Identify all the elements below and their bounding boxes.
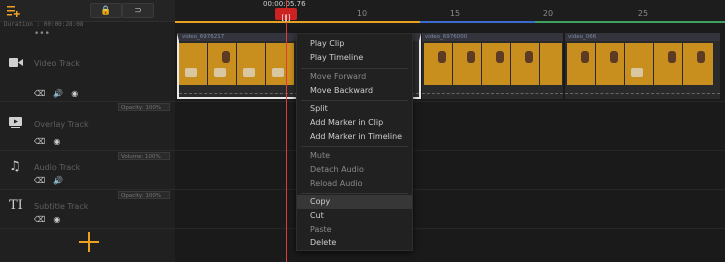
- magnet-button[interactable]: ⊃: [122, 3, 154, 18]
- volume-field[interactable]: Volume: 100%: [118, 152, 170, 160]
- menu-item-play-timeline[interactable]: Play Timeline: [297, 51, 412, 65]
- menu-item-paste[interactable]: Paste: [297, 223, 412, 237]
- context-menu: Play Clip Play Timeline Move Forward Mov…: [296, 33, 413, 251]
- menu-item-copy[interactable]: Copy: [297, 195, 412, 209]
- ruler-tick-label: 20: [542, 9, 554, 18]
- video-clip[interactable]: video_066: [565, 33, 720, 99]
- clip-thumbnail: [179, 43, 207, 85]
- playhead-time: 00:00:05.76: [263, 0, 306, 8]
- volume-icon[interactable]: 🔊: [53, 89, 63, 98]
- menu-item-add-marker-timeline[interactable]: Add Marker in Timeline: [297, 130, 412, 144]
- menu-separator: [301, 146, 408, 147]
- menu-item-play-clip[interactable]: Play Clip: [297, 37, 412, 51]
- menu-item-mute[interactable]: Mute: [297, 149, 412, 163]
- opacity-field[interactable]: Opacity: 100%: [118, 103, 170, 111]
- track-name: Video Track: [34, 59, 80, 68]
- overlay-icon: [9, 117, 22, 131]
- menu-item-cut[interactable]: Cut: [297, 209, 412, 223]
- clip-thumbnail: [424, 43, 452, 85]
- track-name: Overlay Track: [34, 120, 89, 129]
- lock-icon[interactable]: ⌫: [34, 215, 45, 224]
- video-icon: [9, 57, 23, 71]
- track-header-toolbar: 🔒 ⊃: [0, 0, 175, 22]
- menu-item-detach-audio[interactable]: Detach Audio: [297, 163, 412, 177]
- magnet-icon: ⊃: [134, 5, 142, 16]
- playhead-line[interactable]: [286, 0, 287, 262]
- timeline-tracks[interactable]: video_6976217 video_6976000 video_066: [175, 26, 725, 262]
- clip-thumbnail: [482, 43, 510, 85]
- clip-thumbnail: [683, 43, 713, 85]
- playhead-handle[interactable]: [‖]: [275, 8, 297, 22]
- menu-separator: [301, 193, 408, 194]
- clip-thumbnail: [511, 43, 539, 85]
- menu-separator: [301, 100, 408, 101]
- menu-item-move-backward[interactable]: Move Backward: [297, 84, 412, 98]
- clip-thumbnail: [453, 43, 481, 85]
- add-track-button[interactable]: [79, 232, 99, 252]
- lock-icon[interactable]: ⌫: [34, 137, 45, 146]
- lock-icon: 🔒: [100, 5, 112, 16]
- clip-thumbnail: [654, 43, 682, 85]
- menu-item-delete[interactable]: Delete: [297, 236, 412, 250]
- menu-item-add-marker-clip[interactable]: Add Marker in Clip: [297, 116, 412, 130]
- clip-thumbnail: [625, 43, 653, 85]
- track-divider: [175, 150, 725, 151]
- ruler-tick-label: 15: [449, 9, 461, 18]
- video-clip[interactable]: video_6976000: [422, 33, 563, 99]
- track-header-audio: Volume: 100% ♫ Audio Track ⌫ 🔊: [0, 151, 175, 190]
- menu-item-move-forward[interactable]: Move Forward: [297, 70, 412, 84]
- clip-label: video_6976217: [182, 34, 225, 40]
- track-name: Subtitle Track: [34, 202, 89, 211]
- menu-item-split[interactable]: Split: [297, 102, 412, 116]
- track-divider: [175, 189, 725, 190]
- track-name: Audio Track: [34, 163, 81, 172]
- clip-thumbnail: [208, 43, 236, 85]
- audio-waveform: [422, 93, 563, 94]
- clip-thumbnail: [266, 43, 294, 85]
- ruler-tick-label: 10: [356, 9, 368, 18]
- track-header-video: ••• Video Track ⌫ 🔊 ◉: [0, 29, 175, 102]
- lock-icon[interactable]: ⌫: [34, 176, 45, 185]
- eye-icon[interactable]: ◉: [53, 137, 60, 146]
- clip-thumbnail: [596, 43, 624, 85]
- volume-icon[interactable]: 🔊: [53, 176, 63, 185]
- clip-label: video_066: [568, 34, 597, 40]
- track-header-overlay: Opacity: 100% Overlay Track ⌫ ◉: [0, 102, 175, 151]
- add-track-icon[interactable]: [6, 3, 20, 17]
- clip-thumbnail: [567, 43, 595, 85]
- clip-label: video_6976000: [425, 34, 468, 40]
- ruler-range-yellow: [175, 21, 420, 23]
- ruler-range-green: [535, 21, 725, 23]
- more-icon[interactable]: •••: [34, 29, 50, 39]
- eye-icon[interactable]: ◉: [53, 215, 60, 224]
- track-divider: [175, 228, 725, 229]
- track-header-panel: 🔒 ⊃ Duration : 00:00:28:08 ••• Video Tra…: [0, 0, 175, 262]
- music-icon: ♫: [9, 159, 21, 174]
- track-divider: [175, 101, 725, 102]
- eye-icon[interactable]: ◉: [71, 89, 78, 98]
- lock-icon[interactable]: ⌫: [34, 89, 45, 98]
- svg-text:[‖]: [‖]: [282, 14, 291, 22]
- clip-thumbnail: [540, 43, 562, 85]
- text-icon: T‍I: [9, 198, 23, 213]
- opacity-field[interactable]: Opacity: 100%: [118, 191, 170, 199]
- ruler-tick-label: 25: [637, 9, 649, 18]
- lock-all-button[interactable]: 🔒: [90, 3, 122, 18]
- timeline-ruler[interactable]: 10 15 20 25: [175, 0, 725, 24]
- menu-item-reload-audio[interactable]: Reload Audio: [297, 177, 412, 191]
- menu-separator: [301, 68, 408, 69]
- duration-label: Duration : 00:00:28:08: [4, 21, 84, 28]
- audio-waveform: [565, 93, 720, 94]
- plus-icon: [79, 232, 99, 252]
- clip-thumbnail: [237, 43, 265, 85]
- ruler-range-blue: [420, 21, 535, 23]
- track-header-subtitle: Opacity: 100% T‍I Subtitle Track ⌫ ◉: [0, 190, 175, 229]
